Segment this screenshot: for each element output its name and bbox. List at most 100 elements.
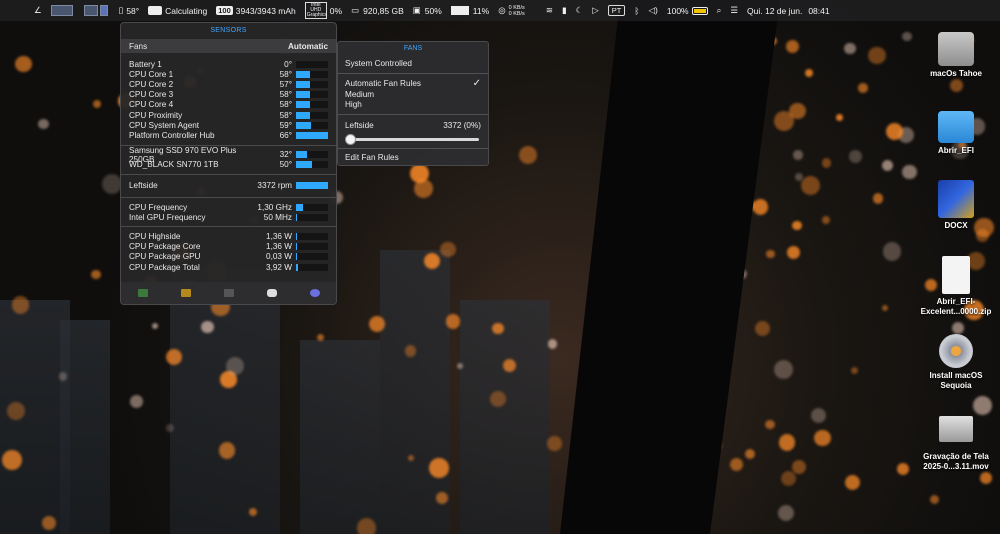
gpu-usage[interactable]: Intel UHD Graphics 0% [304, 2, 342, 19]
cpu-usage[interactable]: ▣ 50% [413, 5, 442, 16]
sensor-label: WD_BLACK SN770 1TB [129, 160, 219, 170]
building-silhouette [300, 340, 380, 534]
bokeh-light [849, 150, 863, 163]
volume-icon[interactable]: ◁) [649, 5, 658, 16]
sensor-label: CPU Frequency [129, 202, 188, 212]
sensor-label: CPU Package Total [129, 262, 200, 272]
bokeh-light [93, 99, 102, 109]
moon-icon[interactable]: ☾ [576, 5, 584, 16]
sensor-label: Platform Controller Hub [129, 130, 215, 140]
memory-icon[interactable] [180, 289, 191, 297]
bokeh-light [766, 249, 775, 259]
desktop-icon-macos-tahoe[interactable]: macOs Tahoe [911, 28, 1000, 78]
battery-icon[interactable] [266, 289, 277, 297]
sensor-level-bar [296, 80, 328, 88]
bluetooth-icon[interactable]: ᛒ [634, 6, 639, 16]
memory-usage[interactable]: 11% [450, 6, 489, 16]
sensor-level-bar [296, 101, 328, 109]
desktop-icon-install-macos[interactable]: Install macOS Sequoia [911, 334, 1000, 391]
document-icon [938, 180, 974, 218]
sensor-level-bar [296, 60, 328, 68]
desktop-icon-abrir-efi[interactable]: Abrir_EFI [911, 105, 1000, 155]
menu-item-medium[interactable]: Medium [345, 89, 481, 100]
pen-icon[interactable]: ∠ [34, 5, 42, 16]
temperature-row: CPU Core 3 58° [121, 90, 336, 100]
bokeh-light [730, 457, 744, 471]
sensors-footer [121, 282, 336, 304]
search-icon[interactable]: ⌕ [717, 5, 722, 16]
battery-capacity[interactable]: 100 3943/3943 mAh [216, 6, 296, 16]
clipboard-icon[interactable]: ▮ [562, 5, 567, 16]
folder-icon [938, 111, 974, 143]
cpu-graph-widget[interactable] [50, 5, 75, 16]
sensor-level-fill [296, 70, 311, 78]
keyboard-input[interactable]: PT [607, 5, 626, 16]
network-icon[interactable] [309, 289, 320, 297]
sensors-panel: SENSORS Fans Automatic Battery 1 0° CPU Co… [120, 22, 337, 305]
control-center-icon[interactable]: ☰ [730, 5, 738, 16]
sensor-level-fill [296, 151, 308, 159]
building-silhouette [460, 300, 550, 534]
sensor-label: CPU System Agent [129, 120, 200, 130]
chip-icon: ▣ [412, 5, 421, 15]
bokeh-light [929, 494, 939, 505]
sensor-level-bar [296, 182, 328, 190]
bokeh-light [547, 339, 558, 349]
desktop-icon-docx[interactable]: DOCX [911, 180, 1000, 230]
desktop-icon-screen-recording[interactable]: Gravação de Tela 2025-0...3.11.mov [911, 412, 1000, 472]
bokeh-light [976, 228, 990, 242]
bokeh-light [793, 150, 803, 160]
bokeh-light [980, 472, 992, 485]
bokeh-light [844, 474, 861, 491]
fans-title: FANS [403, 45, 423, 52]
mem-graph-widget[interactable] [83, 5, 110, 16]
sensor-value: 50 MHz [263, 212, 292, 222]
network-speed[interactable]: ◎ 0 KB/s 0 KB/s [498, 5, 525, 17]
temperature-row: CPU Core 4 58° [121, 100, 336, 110]
sensor-label: CPU Core 1 [129, 69, 174, 79]
sensor-level-bar [296, 161, 328, 169]
bokeh-light [752, 199, 769, 216]
sensor-label: Intel GPU Frequency [129, 212, 206, 222]
cpu-icon[interactable] [137, 289, 148, 297]
disk-usage[interactable]: ▭ 920,85 GB [351, 5, 404, 16]
menu-item-system-controlled[interactable]: System Controlled [345, 58, 481, 69]
battery-menu[interactable]: 100% [667, 6, 708, 16]
sensor-level-fill [296, 121, 312, 129]
temp-indicator[interactable]: ▯ 58° [119, 5, 140, 16]
bokeh-light [882, 241, 902, 261]
clock[interactable]: Qui. 12 de jun. 08:41 [747, 6, 830, 16]
disk-icon[interactable] [223, 289, 234, 297]
temperature-row: Platform Controller Hub 66° [121, 130, 336, 140]
bokeh-light [445, 314, 460, 329]
thermometer-icon: ▯ [118, 5, 124, 15]
installer-icon [939, 334, 973, 368]
power-row: CPU Highside 1,36 W [121, 231, 336, 241]
menu-item-edit-fan-rules[interactable]: Edit Fan Rules [345, 153, 481, 164]
desktop-icon-zip[interactable]: Abrir_EFI-Excelent...0000.zip [911, 256, 1000, 317]
slider-knob[interactable] [345, 133, 356, 145]
sensor-level-bar [296, 233, 328, 241]
play-icon[interactable]: ▷ [592, 5, 599, 16]
drives-section: Samsung SSD 970 EVO Plus 250GB 32° WD_BLAC… [121, 146, 336, 175]
bokeh-light [850, 366, 858, 375]
bokeh-light [951, 321, 965, 335]
battery-status[interactable]: Calculating [148, 6, 207, 16]
sensor-level-fill [296, 243, 297, 251]
sensor-label: CPU Package Core [129, 242, 201, 252]
sensors-title: SENSORS [210, 27, 247, 34]
bokeh-light [792, 221, 802, 231]
sensor-level-bar [296, 253, 328, 261]
sensor-level-fill [296, 91, 311, 99]
wifi-icon[interactable]: ≋ [546, 5, 553, 16]
menu-item-high[interactable]: High [345, 100, 481, 111]
fans-mode-row[interactable]: Fans Automatic [121, 39, 336, 53]
menu-item-automatic-fan-rules[interactable]: Automatic Fan Rules ✓ [345, 78, 481, 89]
sensor-level-bar [296, 70, 328, 78]
fan-speed-slider[interactable] [345, 133, 479, 145]
drive-temperature-row: Samsung SSD 970 EVO Plus 250GB 32° [121, 146, 336, 164]
bokeh-light [129, 394, 143, 408]
bokeh-light [744, 449, 756, 460]
bokeh-light [368, 315, 386, 333]
zip-file-icon [942, 256, 970, 294]
